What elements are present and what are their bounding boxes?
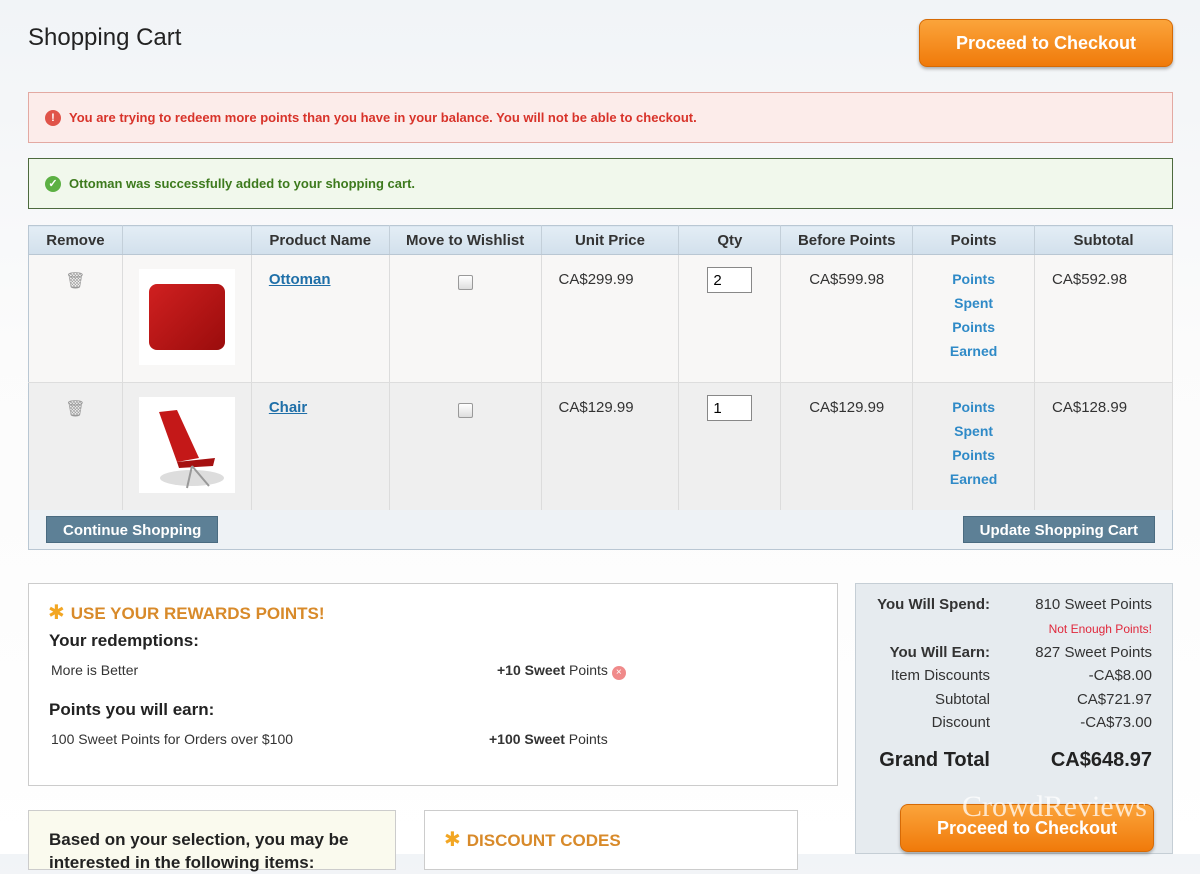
points-link[interactable]: Earned <box>913 339 1034 363</box>
crosssell-panel: Based on your selection, you may be inte… <box>28 810 396 872</box>
table-row: 🗑 Ottoman CA$299.99 CA$599.98 PointsSpen… <box>28 254 1173 383</box>
table-header: Remove Product Name Move to Wishlist Uni… <box>28 225 1173 255</box>
grand-total-value: CA$648.97 <box>1050 749 1152 771</box>
points-link[interactable]: Points <box>913 315 1034 339</box>
points-link[interactable]: Points <box>913 443 1034 467</box>
crosssell-text: Based on your selection, you may be inte… <box>49 830 349 872</box>
chair-image[interactable] <box>138 397 235 493</box>
earn-total-value: 827 Sweet Points <box>1035 644 1152 661</box>
trash-icon[interactable]: 🗑 <box>65 273 85 290</box>
before-points: CA$129.99 <box>780 382 914 511</box>
cart-table: Remove Product Name Move to Wishlist Uni… <box>28 225 1173 511</box>
col-image <box>122 225 252 255</box>
totals-panel: You Will Spend: 810 Sweet Points Not Eno… <box>855 583 1173 854</box>
check-icon: ✓ <box>45 175 61 192</box>
ottoman-image[interactable] <box>138 269 235 365</box>
error-icon: ! <box>45 109 61 126</box>
rewards-title: USE YOUR REWARDS POINTS! <box>70 604 325 623</box>
spend-value: 810 Sweet Points <box>1035 596 1152 613</box>
product-link-ottoman[interactable]: Ottoman <box>269 271 331 288</box>
remove-redemption-icon[interactable]: × <box>611 666 626 680</box>
subtotal-label: Subtotal <box>934 691 990 708</box>
subtotal: CA$592.98 <box>1034 254 1173 383</box>
wishlist-checkbox[interactable] <box>457 275 473 290</box>
col-wishlist: Move to Wishlist <box>389 225 542 255</box>
col-unit-price: Unit Price <box>541 225 680 255</box>
subtotal: CA$128.99 <box>1034 382 1173 511</box>
discount-title: DISCOUNT CODES <box>466 831 621 850</box>
col-product-name: Product Name <box>251 225 390 255</box>
qty-input[interactable] <box>707 267 753 293</box>
spend-label: You Will Spend: <box>877 596 990 613</box>
continue-shopping-button[interactable]: Continue Shopping <box>46 516 219 543</box>
qty-input[interactable] <box>707 395 753 421</box>
points-link[interactable]: Spent <box>913 419 1034 443</box>
wishlist-checkbox[interactable] <box>457 403 473 418</box>
earn-value: +100 Sweet Points <box>489 731 608 747</box>
redemption-name: More is Better <box>51 662 139 678</box>
error-text: You are trying to redeem more points tha… <box>69 110 697 125</box>
col-subtotal: Subtotal <box>1034 225 1173 255</box>
earn-value-bold: +100 Sweet <box>489 731 565 747</box>
earn-value-rest: Points <box>564 731 608 747</box>
points-link[interactable]: Points <box>913 395 1034 419</box>
discount-value: -CA$73.00 <box>1080 714 1152 731</box>
points-link[interactable]: Earned <box>913 467 1034 491</box>
discount-panel: ✱ DISCOUNT CODES <box>424 810 798 870</box>
col-points: Points <box>912 225 1036 255</box>
unit-price: CA$299.99 <box>541 254 680 383</box>
product-link-chair[interactable]: Chair <box>269 399 307 416</box>
unit-price: CA$129.99 <box>541 382 680 511</box>
earn-label: Points you will earn: <box>49 700 215 719</box>
earn-rule-name: 100 Sweet Points for Orders over $100 <box>51 731 294 747</box>
points-link[interactable]: Points <box>913 267 1034 291</box>
col-before-points: Before Points <box>780 225 914 255</box>
redemption-value: +10 Sweet Points × <box>497 662 626 680</box>
item-discounts-value: -CA$8.00 <box>1088 667 1152 684</box>
grand-total-label: Grand Total <box>879 749 990 771</box>
item-discounts-label: Item Discounts <box>890 667 990 684</box>
not-enough-points-warning: Not Enough Points! <box>1048 622 1152 636</box>
redemption-value-bold: +10 Sweet <box>497 662 566 678</box>
points-link[interactable]: Spent <box>913 291 1034 315</box>
redemption-value-rest: Points <box>565 662 608 678</box>
asterisk-icon: ✱ <box>48 602 65 624</box>
trash-icon[interactable]: 🗑 <box>65 401 85 418</box>
rewards-panel: ✱ USE YOUR REWARDS POINTS! Your redemptio… <box>28 583 838 786</box>
page-title: Shopping Cart <box>28 24 182 51</box>
update-cart-button[interactable]: Update Shopping Cart <box>962 516 1155 543</box>
before-points: CA$599.98 <box>780 254 914 383</box>
error-message: ! You are trying to redeem more points th… <box>28 92 1173 143</box>
earn-total-label: You Will Earn: <box>889 644 990 661</box>
success-text: Ottoman was successfully added to your s… <box>69 176 416 191</box>
success-message: ✓ Ottoman was successfully added to your … <box>28 158 1173 209</box>
asterisk-icon: ✱ <box>444 829 461 851</box>
col-qty: Qty <box>678 225 782 255</box>
proceed-to-checkout-button-bottom[interactable]: Proceed to Checkout <box>900 804 1154 852</box>
cart-footer: Continue Shopping Update Shopping Cart <box>28 510 1173 550</box>
col-remove: Remove <box>28 225 123 255</box>
proceed-to-checkout-button-top[interactable]: Proceed to Checkout <box>919 19 1173 67</box>
table-row: 🗑 Chair CA$129.99 CA$129.99 PointsSpentP… <box>28 382 1173 511</box>
discount-label: Discount <box>931 714 990 731</box>
subtotal-value: CA$721.97 <box>1076 691 1152 708</box>
redemptions-label: Your redemptions: <box>49 631 199 650</box>
